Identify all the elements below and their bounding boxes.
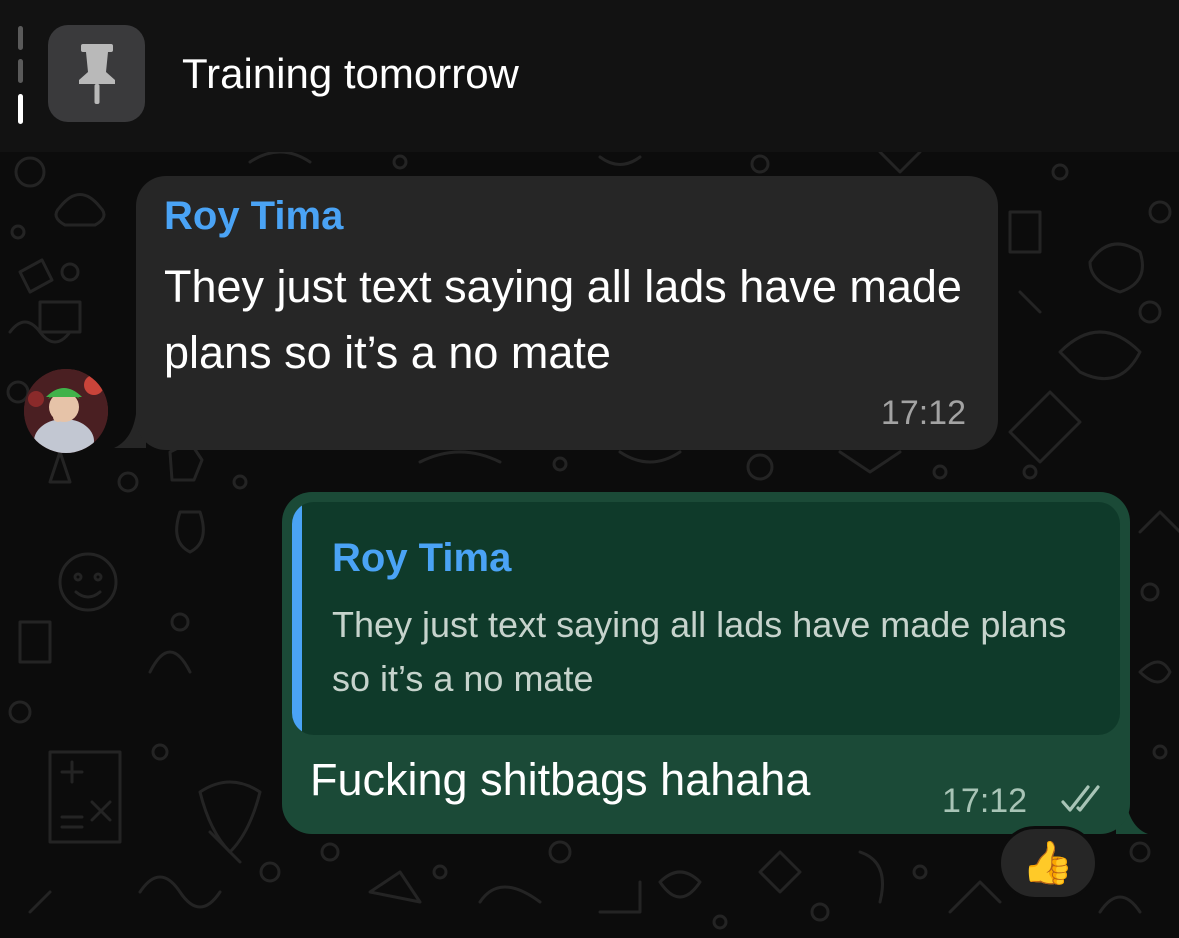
message-text: Fucking shitbags hahaha xyxy=(310,754,811,805)
message-time: 17:12 xyxy=(880,394,966,432)
quoted-sender-name: Roy Tima xyxy=(332,536,512,580)
pin-icon xyxy=(48,25,145,122)
quoted-text: They just text saying all lads have made… xyxy=(332,604,1067,699)
outgoing-message-bubble[interactable]: Roy Tima They just text saying all lads … xyxy=(282,492,1130,834)
incoming-message-bubble[interactable]: Roy Tima They just text saying all lads … xyxy=(136,176,998,450)
chat-area[interactable]: Roy Tima They just text saying all lads … xyxy=(0,152,1179,938)
message-time: 17:12 xyxy=(942,782,1028,820)
quote-accent-bar xyxy=(292,502,302,735)
sender-name[interactable]: Roy Tima xyxy=(164,194,343,239)
message-text: They just text saying all lads have made… xyxy=(164,261,962,378)
pinned-message-bar[interactable]: Training tomorrow xyxy=(0,0,1179,152)
quoted-message[interactable]: Roy Tima They just text saying all lads … xyxy=(292,502,1120,735)
avatar[interactable] xyxy=(24,369,108,453)
pinned-message-title: Training tomorrow xyxy=(182,50,519,97)
pinned-message-indicator xyxy=(18,26,24,124)
thumbs-up-reaction[interactable]: 👍 xyxy=(998,826,1098,900)
double-check-icon xyxy=(1061,785,1100,812)
